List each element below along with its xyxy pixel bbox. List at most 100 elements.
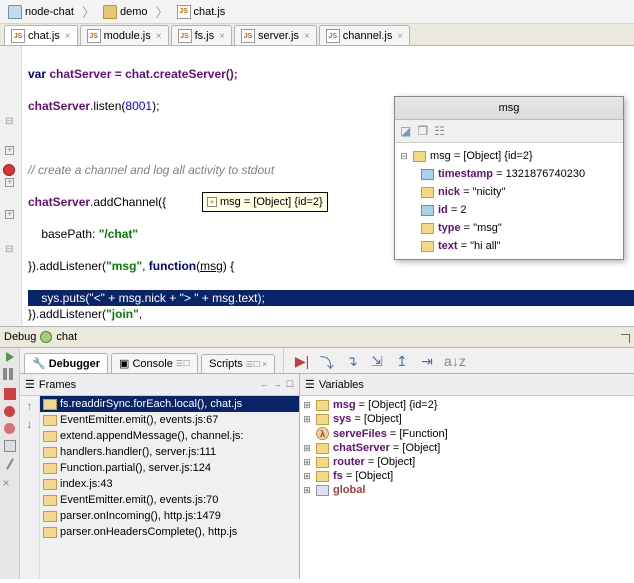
bug-icon (40, 331, 52, 343)
mute-breakpoints-button[interactable] (4, 423, 15, 434)
frame-row[interactable]: EventEmitter.emit(), events.js:70 (40, 492, 299, 508)
js-file-icon (326, 29, 340, 43)
fold-plus-icon[interactable]: + (5, 210, 14, 219)
js-file-icon (11, 29, 25, 43)
variables-title: Variables (319, 379, 364, 391)
tree-root[interactable]: msg = [Object] {id=2} (430, 148, 533, 164)
bc-project[interactable]: node-chat (4, 4, 78, 20)
sort-icon[interactable]: a↓z (444, 353, 460, 369)
var-row[interactable]: ⊞sys = [Object] (302, 412, 632, 426)
close-icon[interactable]: × (156, 31, 162, 42)
prev-frame-icon[interactable]: ← (260, 379, 269, 390)
js-file-icon (87, 29, 101, 43)
debug-session-name: chat (56, 331, 77, 343)
debug-toolwindow-tab[interactable]: Debug chat (0, 326, 634, 348)
tab-chat-js[interactable]: chat.js× (4, 25, 78, 45)
expand-icon[interactable]: ⊞ (302, 443, 312, 454)
popup-title: msg (395, 97, 623, 120)
frame-row[interactable]: fs.readdirSync.forEach.local(), chat.js (40, 396, 299, 412)
bc-folder[interactable]: demo (99, 4, 152, 20)
frame-icon (43, 463, 57, 474)
frame-list[interactable]: fs.readdirSync.forEach.local(), chat.js … (40, 396, 299, 579)
stop-button[interactable] (4, 388, 16, 400)
var-row[interactable]: ⊞fs = [Object] (302, 469, 632, 483)
console-tab[interactable]: ▣Console☰☐ (111, 353, 198, 373)
frame-row[interactable]: extend.appendMessage(), channel.js: (40, 428, 299, 444)
scripts-tab[interactable]: Scripts☰☐ × (201, 354, 275, 373)
object-icon (316, 471, 329, 482)
tab-fs-js[interactable]: fs.js× (171, 25, 232, 45)
frame-icon (43, 527, 57, 538)
frame-row[interactable]: handlers.handler(), server.js:111 (40, 444, 299, 460)
expand-icon[interactable]: ⊞ (302, 471, 312, 482)
object-icon (413, 151, 426, 162)
frame-up-icon[interactable]: ↑ (27, 399, 33, 413)
pause-button[interactable] (3, 368, 17, 382)
force-step-into-icon[interactable]: ⇲ (369, 353, 385, 369)
breadcrumb: node-chat 〉 demo 〉 chat.js (0, 0, 634, 24)
pin-button[interactable] (6, 458, 14, 469)
expand-icon[interactable]: ⊞ (302, 485, 312, 496)
frame-row[interactable]: Function.partial(), server.js:124 (40, 460, 299, 476)
var-row[interactable]: serveFiles = [Function] (302, 426, 632, 441)
inspection-popup[interactable]: msg ◪ ❐ ☷ ⊟msg = [Object] {id=2} timesta… (394, 96, 624, 260)
debugger-tab[interactable]: 🔧Debugger (24, 353, 108, 373)
object-icon (316, 457, 329, 468)
tab-channel-js[interactable]: channel.js× (319, 25, 410, 45)
tab-server-js[interactable]: server.js× (234, 25, 317, 45)
show-exec-point-icon[interactable]: ▶| (294, 353, 310, 369)
code-editor[interactable]: ⊟ + + + ⊟ var chatServer = chat.createSe… (0, 46, 634, 326)
breakpoint-icon[interactable] (3, 164, 15, 176)
fold-plus-icon[interactable]: + (5, 146, 14, 155)
frames-pane: ☰Frames ←→☐ ↑ ↓ fs.readdirSync.forEach.l… (20, 374, 300, 579)
js-file-icon (178, 29, 192, 43)
close-icon[interactable]: × (304, 31, 310, 42)
fold-icon[interactable]: ⊟ (5, 114, 13, 130)
var-row[interactable]: ⊞router = [Object] (302, 455, 632, 469)
expand-icon[interactable]: ⊞ (302, 414, 312, 425)
step-toolbar: ▶| ⤵ ↴ ⇲ ↥ ⇥ a↓z (283, 348, 634, 373)
step-into-icon[interactable]: ↴ (344, 353, 360, 369)
popup-toolbar: ◪ ❐ ☷ (395, 120, 623, 143)
step-out-icon[interactable]: ↥ (394, 353, 410, 369)
view-breakpoints-button[interactable] (4, 406, 15, 417)
fold-icon[interactable]: ⊟ (5, 242, 13, 258)
expand-icon[interactable]: + (207, 197, 217, 207)
watch-icon[interactable]: ◪ (400, 123, 411, 139)
close-icon[interactable]: × (219, 31, 225, 42)
eval-tooltip[interactable]: +msg = [Object] {id=2} (202, 192, 328, 212)
frame-row[interactable]: index.js:43 (40, 476, 299, 492)
debug-sub-tabbar: 🔧Debugger ▣Console☰☐ Scripts☰☐ × ▶| ⤵ ↴ … (20, 348, 634, 374)
debug-label: Debug (4, 331, 36, 343)
gutter[interactable]: ⊟ + + + ⊟ (0, 46, 22, 326)
close-icon[interactable]: × (65, 31, 71, 42)
close-button[interactable]: × (3, 476, 17, 490)
execution-line: sys.puts("<" + msg.nick + "> " + msg.tex… (28, 290, 634, 306)
step-over-icon[interactable]: ⤵ (319, 353, 335, 369)
close-icon[interactable]: × (397, 31, 403, 42)
tree-icon[interactable]: ☷ (434, 123, 445, 139)
frame-row[interactable]: parser.onHeadersComplete(), http.js (40, 524, 299, 540)
chevron-right-icon: 〉 (155, 2, 168, 21)
collapse-icon[interactable]: ⊟ (399, 148, 409, 164)
frame-row[interactable]: EventEmitter.emit(), events.js:67 (40, 412, 299, 428)
var-row[interactable]: ⊞global (302, 483, 632, 497)
bc-file[interactable]: chat.js (173, 4, 230, 20)
variables-list[interactable]: ⊞msg = [Object] {id=2} ⊞sys = [Object] s… (300, 396, 634, 579)
frame-row[interactable]: parser.onIncoming(), http.js:1479 (40, 508, 299, 524)
var-row[interactable]: ⊞chatServer = [Object] (302, 441, 632, 455)
fold-plus-icon[interactable]: + (5, 178, 14, 187)
minimize-icon[interactable]: ☐ (286, 379, 294, 390)
var-row[interactable]: ⊞msg = [Object] {id=2} (302, 398, 632, 412)
copy-icon[interactable]: ❐ (417, 123, 428, 139)
debug-panel: × 🔧Debugger ▣Console☰☐ Scripts☰☐ × ▶| ⤵ … (0, 348, 634, 579)
next-frame-icon[interactable]: → (273, 379, 282, 390)
tab-module-js[interactable]: module.js× (80, 25, 169, 45)
frame-down-icon[interactable]: ↓ (27, 417, 33, 431)
variables-pane: ☰Variables ⊞msg = [Object] {id=2} ⊞sys =… (300, 374, 634, 579)
expand-icon[interactable]: ⊞ (302, 457, 312, 468)
run-to-cursor-icon[interactable]: ⇥ (419, 353, 435, 369)
restore-layout-button[interactable] (4, 440, 16, 452)
expand-icon[interactable]: ⊞ (302, 400, 312, 411)
resume-button[interactable] (6, 352, 14, 362)
